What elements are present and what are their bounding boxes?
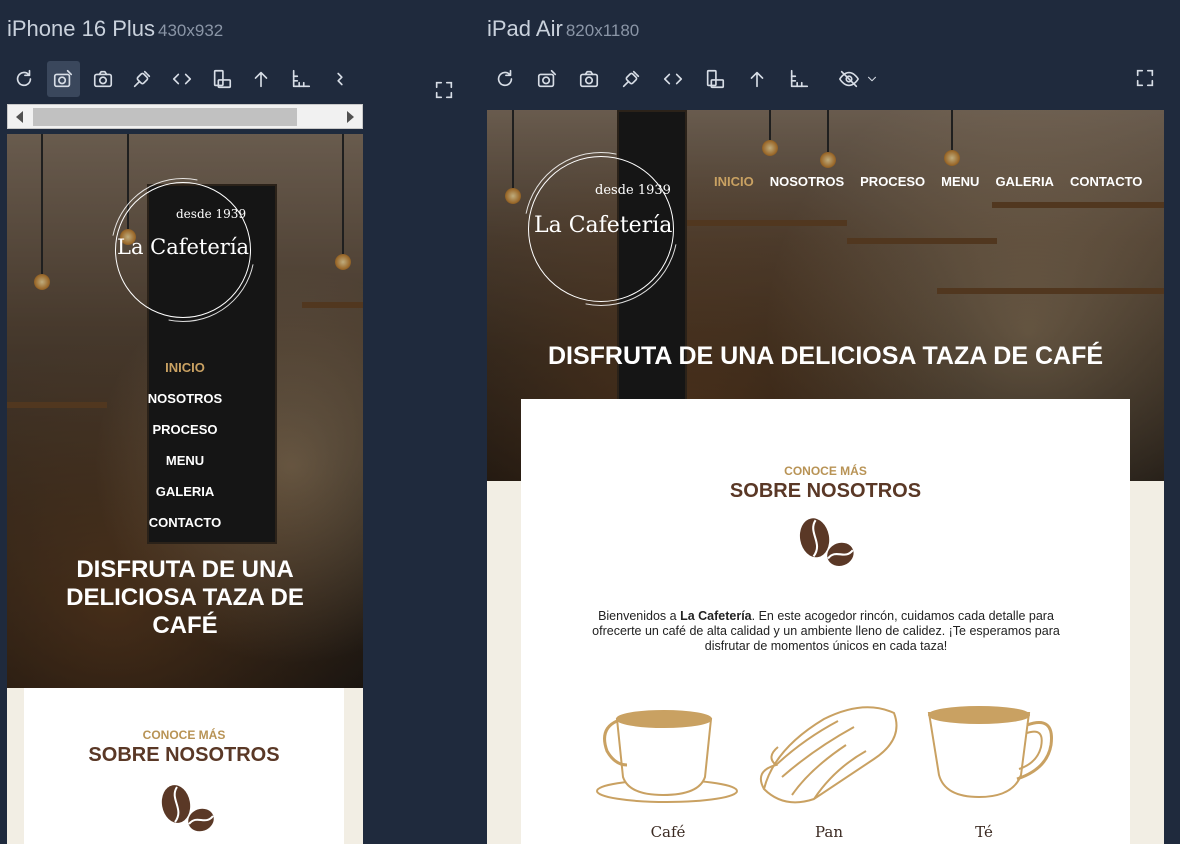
nav-nosotros[interactable]: NOSOTROS	[7, 391, 363, 422]
up-arrow-icon[interactable]	[739, 61, 775, 97]
phone-about-card: CONOCE MÁS SOBRE NOSOTROS	[24, 688, 344, 844]
ruler-icon[interactable]	[781, 61, 817, 97]
hero-title: DISFRUTA DE UNA DELICIOSA TAZA DE CAFÉ	[547, 342, 1104, 370]
nav-galeria[interactable]: GALERIA	[7, 484, 363, 515]
about-intro: Bienvenidos a La Cafetería. En este acog…	[586, 609, 1066, 654]
product-pan[interactable]: Pan	[754, 699, 904, 844]
product-te[interactable]: Té	[909, 699, 1059, 844]
nav-inicio[interactable]: INICIO	[714, 174, 754, 189]
croissant-icon	[760, 706, 898, 804]
logo-since: desde 1939	[595, 183, 671, 198]
tea-cup-icon	[927, 706, 1053, 799]
more-icon[interactable]	[324, 61, 358, 97]
logo-brand: La Cafetería	[117, 235, 250, 259]
phone-device-title: iPhone 16 Plus 430x932	[7, 16, 223, 42]
tablet-toolbar	[487, 60, 885, 98]
camera-icon[interactable]	[571, 61, 607, 97]
scroll-thumb[interactable]	[33, 108, 297, 126]
tablet-device-size: 820x1180	[565, 21, 640, 40]
about-heading: SOBRE NOSOTROS	[729, 480, 922, 502]
tablet-expand-icon[interactable]	[1134, 67, 1160, 93]
phone-nav: INICIO NOSOTROS PROCESO MENU GALERIA CON…	[7, 360, 363, 546]
tablet-device-name: iPad Air	[487, 16, 563, 41]
phone-hero: desde 1939 La Cafetería INICIO NOSOTROS …	[7, 134, 363, 688]
phone-device-size: 430x932	[158, 21, 224, 40]
logo-since: desde 1939	[176, 207, 247, 221]
about-kicker: CONOCE MÁS	[142, 728, 226, 742]
hide-icon[interactable]	[831, 61, 867, 97]
camera-icon[interactable]	[86, 61, 120, 97]
product-label: Té	[975, 823, 993, 841]
nav-inicio[interactable]: INICIO	[7, 360, 363, 391]
phone-viewport[interactable]: desde 1939 La Cafetería INICIO NOSOTROS …	[7, 134, 363, 844]
scroll-right-icon[interactable]	[347, 111, 354, 123]
ruler-icon[interactable]	[284, 61, 318, 97]
product-label: Café	[650, 823, 686, 841]
chevron-down-icon[interactable]	[865, 61, 879, 97]
up-arrow-icon[interactable]	[244, 61, 278, 97]
plug-icon[interactable]	[613, 61, 649, 97]
screenshot-edit-icon[interactable]	[46, 61, 81, 97]
plug-icon[interactable]	[126, 61, 160, 97]
intro-before: Bienvenidos a	[598, 609, 681, 623]
reload-icon[interactable]	[7, 61, 41, 97]
nav-contacto[interactable]: CONTACTO	[7, 515, 363, 546]
tablet-viewport[interactable]: desde 1939 La Cafetería INICIO NOSOTROS …	[487, 110, 1164, 844]
tablet-device-title: iPad Air 820x1180	[487, 16, 639, 42]
code-icon[interactable]	[655, 61, 691, 97]
hero-title: DISFRUTA DE UNA DELICIOSA TAZA DE CAFÉ	[66, 556, 304, 639]
phone-expand-icon[interactable]	[433, 79, 459, 105]
logo[interactable]: desde 1939 La Cafetería	[524, 152, 678, 306]
intro-brand: La Cafetería	[680, 609, 752, 623]
phone-device-name: iPhone 16 Plus	[7, 16, 155, 41]
about-kicker: CONOCE MÁS	[784, 464, 867, 478]
about-heading: SOBRE NOSOTROS	[88, 744, 280, 766]
coffee-bean-icon	[161, 785, 214, 832]
product-cafe[interactable]: Café	[593, 699, 743, 844]
screenshot-edit-icon[interactable]	[529, 61, 565, 97]
code-icon[interactable]	[165, 61, 199, 97]
coffee-bean-icon	[799, 518, 854, 566]
logo-brand: La Cafetería	[534, 213, 673, 238]
rotate-icon[interactable]	[205, 61, 239, 97]
phone-toolbar	[7, 60, 363, 98]
tablet-nav: INICIO NOSOTROS PROCESO MENU GALERIA CON…	[714, 174, 1142, 189]
product-label: Pan	[814, 823, 844, 841]
nav-nosotros[interactable]: NOSOTROS	[770, 174, 844, 189]
nav-contacto[interactable]: CONTACTO	[1070, 174, 1142, 189]
phone-horizontal-scrollbar[interactable]	[7, 104, 363, 129]
logo[interactable]: desde 1939 La Cafetería	[111, 178, 255, 322]
tablet-about-card: CONOCE MÁS SOBRE NOSOTROS Bienvenidos a …	[521, 399, 1130, 844]
nav-proceso[interactable]: PROCESO	[7, 422, 363, 453]
reload-icon[interactable]	[487, 61, 523, 97]
rotate-icon[interactable]	[697, 61, 733, 97]
scroll-left-icon[interactable]	[16, 111, 23, 123]
nav-galeria[interactable]: GALERIA	[995, 174, 1054, 189]
nav-menu[interactable]: MENU	[941, 174, 979, 189]
coffee-cup-icon	[596, 710, 738, 803]
nav-menu[interactable]: MENU	[7, 453, 363, 484]
nav-proceso[interactable]: PROCESO	[860, 174, 925, 189]
